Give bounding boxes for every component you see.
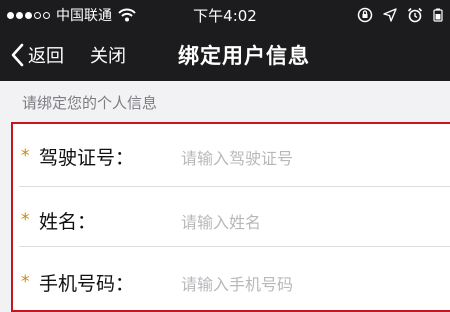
- name-input[interactable]: [181, 207, 441, 237]
- status-bar: 中国联通 下午4:02: [0, 0, 450, 30]
- location-arrow-icon: [383, 8, 397, 22]
- battery-icon: [433, 8, 443, 22]
- chevron-left-icon: [11, 43, 24, 67]
- navigation-bar: 返回 关闭 绑定用户信息: [0, 30, 450, 81]
- license-number-label: 驾驶证号：: [39, 147, 135, 169]
- name-row: * 姓名：: [13, 187, 450, 247]
- user-info-form: * 驾驶证号： * 姓名： * 手机号码：: [11, 122, 450, 312]
- phone-number-row: * 手机号码：: [13, 250, 450, 310]
- license-number-input[interactable]: [181, 143, 441, 173]
- name-label: 姓名：: [39, 211, 97, 233]
- rotation-lock-icon: [357, 7, 373, 23]
- required-mark: *: [21, 272, 30, 292]
- required-mark: *: [21, 146, 30, 166]
- phone-number-label: 手机号码：: [39, 273, 135, 295]
- close-button[interactable]: 关闭: [90, 42, 126, 68]
- row-divider: [19, 246, 450, 247]
- license-number-row: * 驾驶证号：: [13, 127, 450, 187]
- required-mark: *: [21, 210, 30, 230]
- page-title: 绑定用户信息: [178, 44, 310, 68]
- section-header: 请绑定您的个人信息: [22, 94, 158, 112]
- back-button[interactable]: 返回: [10, 42, 64, 68]
- alarm-icon: [407, 7, 423, 23]
- back-label: 返回: [28, 46, 64, 67]
- phone-number-input[interactable]: [181, 269, 441, 299]
- status-right: [357, 5, 443, 25]
